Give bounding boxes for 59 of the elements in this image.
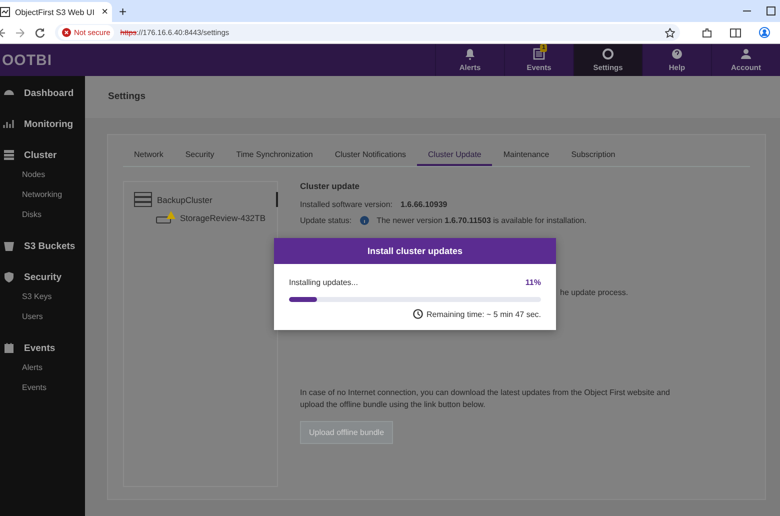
sidebar-subitem[interactable]: Events [0, 382, 85, 402]
settings-tab[interactable]: Cluster Update [417, 147, 492, 166]
modal-title: Install cluster updates [274, 238, 556, 264]
close-button[interactable]: × [102, 6, 108, 18]
sidebar-item[interactable]: Dashboard [0, 86, 85, 100]
bell-icon [464, 48, 476, 60]
sidepanel-icon [730, 28, 741, 38]
info-icon [360, 216, 369, 225]
clock-icon [412, 309, 422, 319]
sidebar-item[interactable]: Cluster [0, 148, 85, 162]
status-text: The newer version 1.6.70.11503 is available for installation. [376, 216, 587, 225]
settings-tab[interactable]: Maintenance [492, 147, 560, 166]
sidebar-subitem[interactable]: Networking [0, 189, 85, 209]
field-label: Installed software version: [300, 200, 392, 209]
forward-icon [15, 28, 25, 38]
sidebar-item[interactable]: S3 Buckets [0, 239, 85, 253]
page-icon [0, 7, 10, 17]
shield-icon [3, 271, 15, 283]
star-icon [665, 28, 675, 38]
browser-tab[interactable]: ObjectFirst S3 Web UI × [0, 2, 112, 22]
progress-label: Installing updates... [289, 278, 358, 287]
maximize-icon [766, 6, 776, 16]
sidebar-item[interactable]: Monitoring [0, 117, 85, 131]
sidebar-item[interactable]: Events [0, 341, 85, 355]
reload-icon [35, 28, 45, 38]
server-icon [3, 149, 15, 161]
user-icon [740, 48, 752, 60]
sidebar-item[interactable]: Security [0, 270, 85, 284]
section-title: Cluster update [300, 181, 361, 191]
sidebar-subitem[interactable]: Alerts [0, 362, 85, 382]
calendar-icon [3, 342, 15, 354]
page-title: Settings [85, 76, 780, 118]
new-tab-button[interactable]: + [119, 4, 127, 19]
remaining-time: Remaining time: ~ 5 min 47 sec. [426, 310, 541, 318]
back-icon [0, 28, 5, 38]
list-icon [533, 48, 545, 60]
progress-percent: 11% [525, 278, 541, 287]
sidebar-subitem[interactable]: Users [0, 311, 85, 331]
bar-chart-icon [3, 118, 15, 130]
help-icon [671, 48, 683, 60]
field-value: 1.6.66.10939 [400, 200, 448, 209]
logo: OOTBI [2, 52, 52, 68]
settings-tab[interactable]: Security [174, 147, 226, 166]
settings-tab[interactable]: Network [123, 147, 174, 166]
tree-node[interactable]: StorageReview-432TB [156, 211, 277, 224]
sidebar-subitem[interactable]: S3 Keys [0, 291, 85, 311]
field-label: Update status: [300, 216, 352, 225]
settings-tab[interactable]: Cluster Notifications [324, 147, 418, 166]
sidebar-subitem[interactable]: Disks [0, 209, 85, 229]
profile-icon [759, 27, 770, 38]
sidebar-subitem[interactable]: Nodes [0, 169, 85, 189]
server-rack-icon [134, 192, 152, 207]
bucket-icon [3, 240, 15, 252]
settings-tab[interactable]: Time Synchronization [225, 147, 324, 166]
offline-text: In case of no Internet connection, you can download the latest updates from the Object First website and upload the offline bundle using the link button below. [300, 387, 671, 411]
settings-tab[interactable]: Subscription [560, 147, 626, 166]
warning-icon [62, 28, 71, 37]
tree-node[interactable]: BackupCluster [134, 192, 278, 207]
instruction-text: he update process. [560, 288, 630, 297]
